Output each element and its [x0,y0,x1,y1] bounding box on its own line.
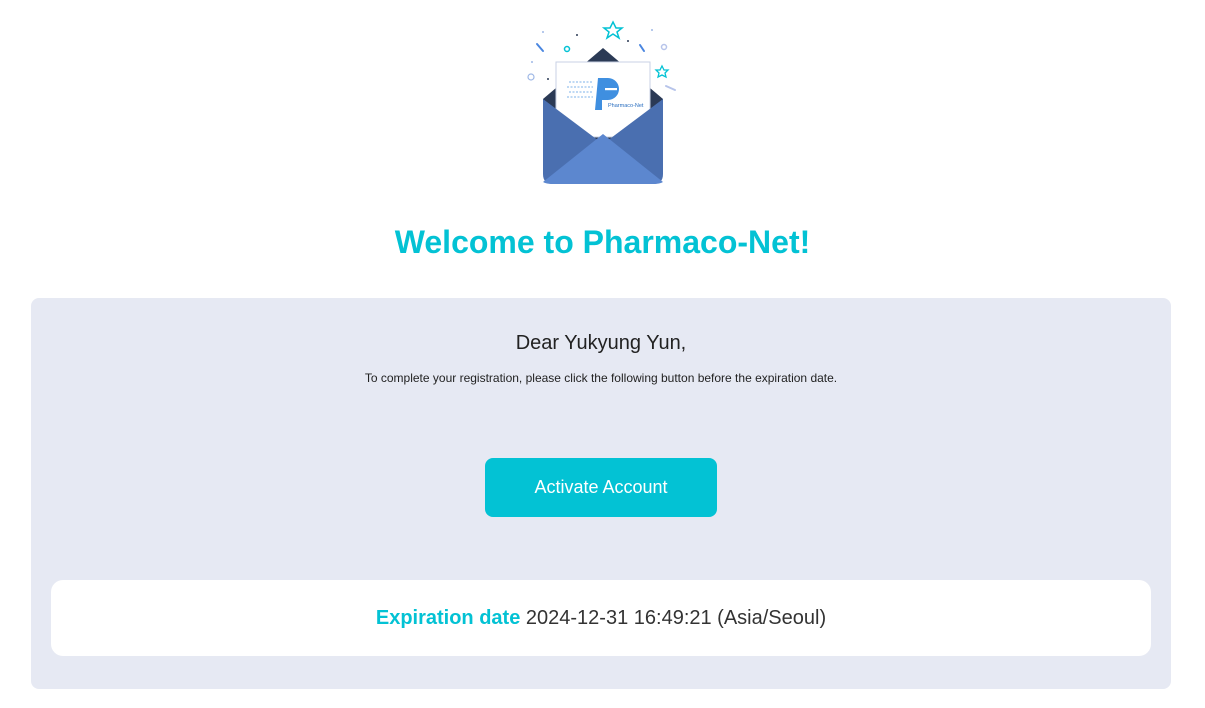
instruction-text: To complete your registration, please cl… [364,371,838,385]
expiration-value: 2024-12-31 16:49:21 (Asia/Seoul) [525,607,827,629]
greeting-text: Dear Yukyung Yun, [515,332,687,354]
page-title: Welcome to Pharmaco-Net! [394,224,811,260]
svg-text:Pharmaco-Net: Pharmaco-Net [608,103,644,109]
expiration-box: Expiration date 2024-12-31 16:49:21 (Asi… [51,580,1151,656]
expiration-label: Expiration date [375,607,521,629]
envelope-icon: Pharmaco-Net [520,14,685,189]
registration-panel: Dear Yukyung Yun, To complete your regis… [31,298,1171,689]
activate-account-button[interactable]: Activate Account [485,458,717,517]
email-page: Pharmaco-Net Welcome to Pharmaco-Net! De… [0,0,1205,708]
